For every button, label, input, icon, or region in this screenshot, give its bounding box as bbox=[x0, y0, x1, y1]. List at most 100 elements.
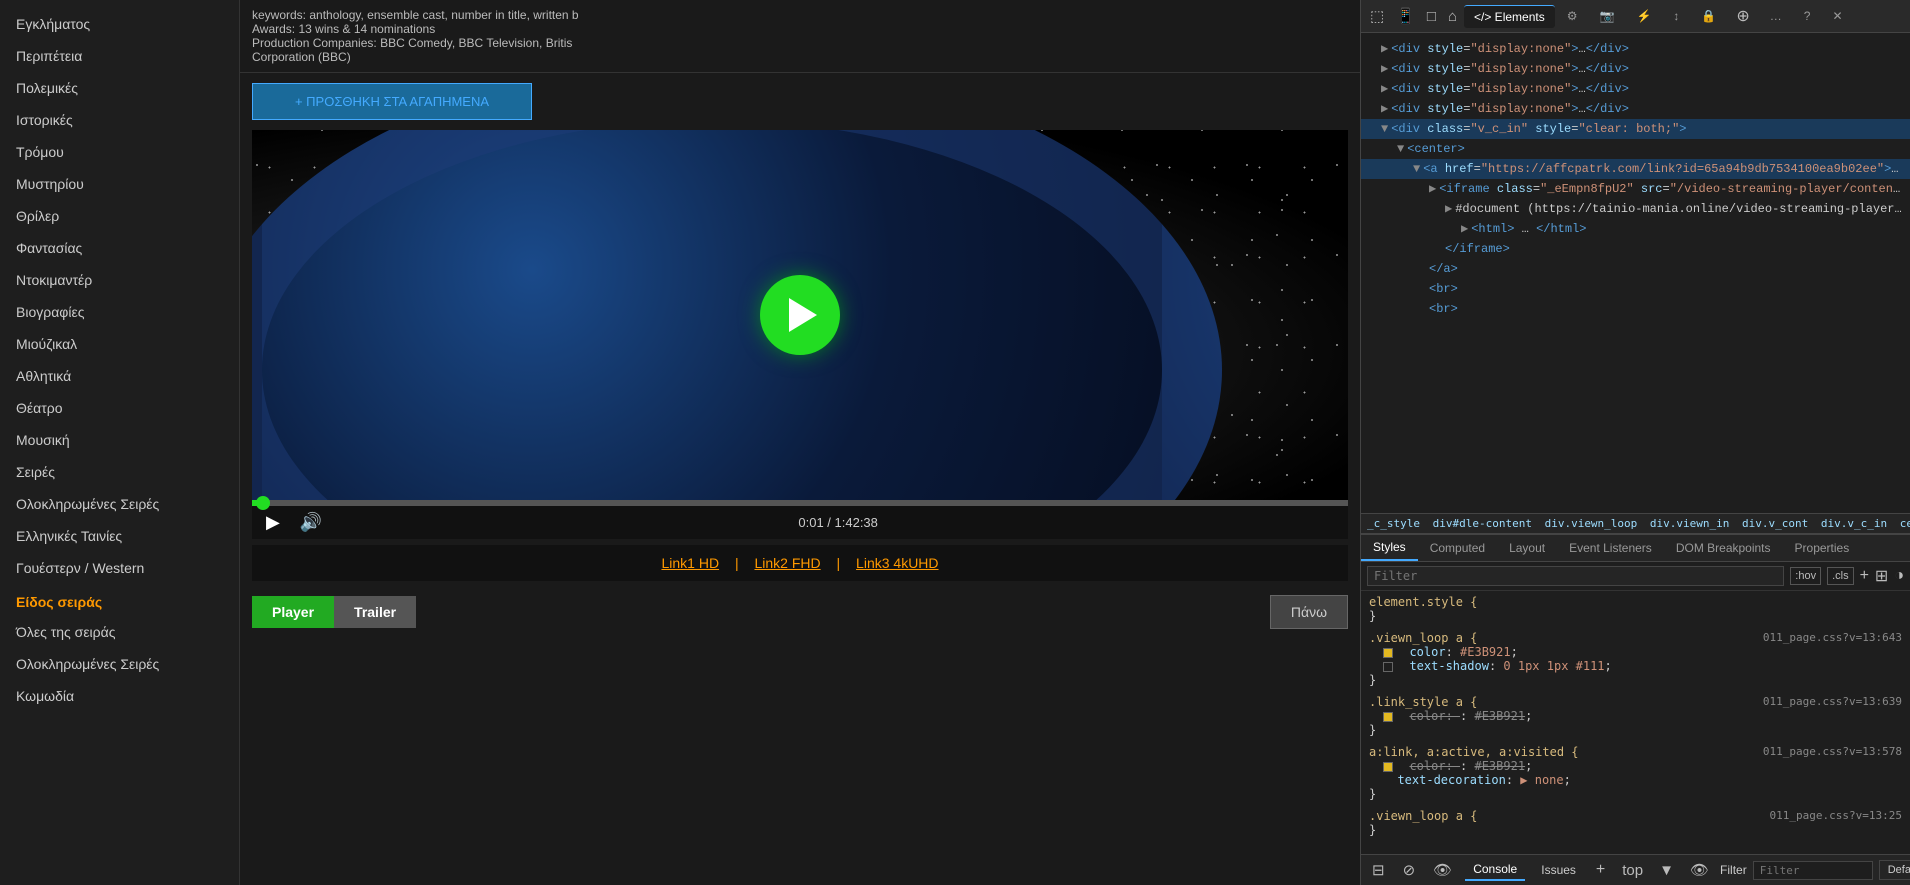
style-file-3[interactable]: 011_page.css?v=13:578 bbox=[1763, 745, 1902, 758]
styles-layout-icon[interactable]: ⊞ bbox=[1875, 566, 1888, 586]
sidebar-category-13[interactable]: Μουσική bbox=[0, 424, 239, 456]
styles-tab-0[interactable]: Styles bbox=[1361, 535, 1418, 561]
style-prop-name-3-1[interactable]: text-decoration bbox=[1383, 773, 1505, 787]
dom-line-7[interactable]: ▼<a href="https://affcpatrk.com/link?id=… bbox=[1361, 159, 1910, 179]
sidebar-category-1[interactable]: Περιπέτεια bbox=[0, 40, 239, 72]
dom-line-1[interactable]: ▶<div style="display:none">…</div> bbox=[1361, 39, 1910, 59]
style-file-2[interactable]: 011_page.css?v=13:639 bbox=[1763, 695, 1902, 708]
sidebar-series-item-0[interactable]: Όλες της σειράς bbox=[0, 616, 239, 648]
style-checkbox-1-1[interactable] bbox=[1383, 662, 1393, 672]
dom-line-2[interactable]: ▶<div style="display:none">…</div> bbox=[1361, 59, 1910, 79]
cls-button[interactable]: .cls bbox=[1827, 567, 1854, 585]
devtools-security-btn[interactable]: 🔒 bbox=[1691, 5, 1726, 27]
style-prop-val-2-0[interactable]: #E3B921 bbox=[1474, 709, 1525, 723]
devtools-performance-btn[interactable]: ⚡ bbox=[1626, 5, 1661, 27]
top-chevron[interactable]: ▼ bbox=[1654, 859, 1679, 882]
style-file-4[interactable]: 011_page.css?v=13:25 bbox=[1770, 809, 1902, 822]
console-tab[interactable]: Console bbox=[1465, 859, 1525, 881]
style-file-1[interactable]: 011_page.css?v=13:643 bbox=[1763, 631, 1902, 644]
breadcrumb-item-4[interactable]: div.v_cont bbox=[1742, 517, 1808, 530]
level-select[interactable]: Default levels bbox=[1879, 860, 1910, 880]
sidebar-category-3[interactable]: Ιστορικές bbox=[0, 104, 239, 136]
sidebar-category-10[interactable]: Μιούζικαλ bbox=[0, 328, 239, 360]
top-indicator[interactable]: top bbox=[1617, 859, 1648, 882]
style-prop-name-1-0[interactable]: color bbox=[1395, 645, 1445, 659]
sidebar-category-15[interactable]: Ολοκληρωμένες Σειρές bbox=[0, 488, 239, 520]
play-pause-button[interactable]: ▶ bbox=[262, 512, 284, 533]
sidebar-category-6[interactable]: Θρίλερ bbox=[0, 200, 239, 232]
devtools-help-btn[interactable]: ? bbox=[1794, 5, 1821, 27]
link2[interactable]: Link2 FHD bbox=[754, 555, 820, 571]
sidebar-category-12[interactable]: Θέατρο bbox=[0, 392, 239, 424]
styles-tab-2[interactable]: Layout bbox=[1497, 535, 1557, 561]
devtools-elements-tab[interactable]: </> Elements bbox=[1464, 5, 1555, 28]
devtools-dock-btn[interactable]: ⊟ bbox=[1367, 858, 1390, 882]
dom-line-5[interactable]: ▼<div class="v_c_in" style="clear: both;… bbox=[1361, 119, 1910, 139]
sidebar-category-14[interactable]: Σειρές bbox=[0, 456, 239, 488]
style-prop-name-3-0[interactable]: color:- bbox=[1395, 759, 1460, 773]
style-selector-4[interactable]: .viewn_loop a { bbox=[1369, 809, 1477, 823]
volume-button[interactable]: 🔊 bbox=[296, 512, 326, 533]
breadcrumb-item-5[interactable]: div.v_c_in bbox=[1821, 517, 1887, 530]
production-end[interactable]: Corporation (BBC) bbox=[252, 50, 351, 64]
sidebar-category-9[interactable]: Βιογραφίες bbox=[0, 296, 239, 328]
breadcrumb-item-1[interactable]: div#dle-content bbox=[1433, 517, 1532, 530]
styles-filter-input[interactable] bbox=[1367, 566, 1784, 586]
breadcrumb-item-6[interactable]: center bbox=[1900, 517, 1910, 530]
dom-line-11[interactable]: </iframe> bbox=[1361, 239, 1910, 259]
dom-line-9[interactable]: ▶#document (https://tainio-mania.online/… bbox=[1361, 199, 1910, 219]
dom-line-13[interactable]: <br> bbox=[1361, 279, 1910, 299]
color-swatch-3-0[interactable] bbox=[1383, 762, 1393, 772]
production-text[interactable]: BBC Comedy, BBC Television, Britis bbox=[380, 36, 572, 50]
sidebar-category-2[interactable]: Πολεμικές bbox=[0, 72, 239, 104]
styles-color-scheme-icon[interactable]: ◑ bbox=[1894, 567, 1904, 585]
keywords-text[interactable]: anthology, ensemble cast, number in titl… bbox=[309, 8, 578, 22]
devtools-close-btn[interactable]: ✕ bbox=[1822, 5, 1852, 27]
breadcrumb-item-0[interactable]: _c_style bbox=[1367, 517, 1420, 530]
trailer-tab[interactable]: Trailer bbox=[334, 596, 416, 628]
devtools-camera-btn[interactable]: 📷 bbox=[1589, 5, 1624, 27]
style-selector-1[interactable]: .viewn_loop a { bbox=[1369, 631, 1477, 645]
style-prop-val-3-1[interactable]: ▶ none bbox=[1520, 773, 1563, 787]
breadcrumb-item-2[interactable]: div.viewn_loop bbox=[1545, 517, 1638, 530]
sidebar-category-11[interactable]: Αθλητικά bbox=[0, 360, 239, 392]
devtools-eye-btn[interactable]: 👁 bbox=[1428, 858, 1457, 882]
eye-filter-icon[interactable]: 👁 bbox=[1685, 858, 1714, 882]
breadcrumb-item-3[interactable]: div.viewn_in bbox=[1650, 517, 1729, 530]
sidebar-category-0[interactable]: Εγκλήματος bbox=[0, 8, 239, 40]
sidebar-series-item-1[interactable]: Ολοκληρωμένες Σειρές bbox=[0, 648, 239, 680]
devtools-screenshot-btn[interactable]: □ bbox=[1422, 5, 1441, 28]
devtools-inspect-btn[interactable]: ⬚ bbox=[1365, 4, 1389, 28]
devtools-device-btn[interactable]: 📱 bbox=[1391, 4, 1420, 28]
styles-tab-5[interactable]: Properties bbox=[1783, 535, 1862, 561]
style-prop-val-3-0[interactable]: #E3B921 bbox=[1474, 759, 1525, 773]
devtools-memory-btn[interactable]: ↕ bbox=[1663, 5, 1689, 27]
style-prop-val-1-1[interactable]: 0 1px 1px #111 bbox=[1503, 659, 1604, 673]
style-prop-name-1-1[interactable]: text-shadow bbox=[1395, 659, 1488, 673]
video-progress-thumb[interactable] bbox=[256, 496, 270, 510]
play-button[interactable] bbox=[760, 275, 840, 355]
style-prop-name-2-0[interactable]: color:- bbox=[1395, 709, 1460, 723]
sidebar-category-8[interactable]: Ντοκιμαντέρ bbox=[0, 264, 239, 296]
add-favorite-button[interactable]: + ΠΡΟΣΘΗΚΗ ΣΤΑ ΑΓΑΠΗΜΕΝΑ bbox=[252, 83, 532, 120]
issues-tab[interactable]: Issues bbox=[1533, 860, 1584, 880]
dom-line-3[interactable]: ▶<div style="display:none">…</div> bbox=[1361, 79, 1910, 99]
devtools-more-btn[interactable]: … bbox=[1760, 5, 1792, 27]
dom-line-6[interactable]: ▼<center> bbox=[1361, 139, 1910, 159]
pano-button[interactable]: Πάνω bbox=[1270, 595, 1348, 629]
link3[interactable]: Link3 4kUHD bbox=[856, 555, 938, 571]
style-selector-2[interactable]: .link_style a { bbox=[1369, 695, 1477, 709]
devtools-add-tab[interactable]: ⊕ bbox=[1728, 2, 1757, 30]
sidebar-category-4[interactable]: Τρόμου bbox=[0, 136, 239, 168]
dom-tree[interactable]: ▶<div style="display:none">…</div>▶<div … bbox=[1361, 33, 1910, 513]
devtools-gear-btn[interactable]: ⚙ bbox=[1557, 5, 1588, 27]
console-filter-input[interactable] bbox=[1753, 861, 1873, 880]
sidebar-category-5[interactable]: Μυστηρίου bbox=[0, 168, 239, 200]
link1[interactable]: Link1 HD bbox=[661, 555, 719, 571]
style-selector-3[interactable]: a:link, a:active, a:visited { bbox=[1369, 745, 1579, 759]
styles-tab-4[interactable]: DOM Breakpoints bbox=[1664, 535, 1783, 561]
devtools-block-btn[interactable]: ⊘ bbox=[1398, 858, 1421, 882]
sidebar-category-7[interactable]: Φαντασίας bbox=[0, 232, 239, 264]
sidebar-category-16[interactable]: Ελληνικές Ταινίες bbox=[0, 520, 239, 552]
player-tab[interactable]: Player bbox=[252, 596, 334, 628]
